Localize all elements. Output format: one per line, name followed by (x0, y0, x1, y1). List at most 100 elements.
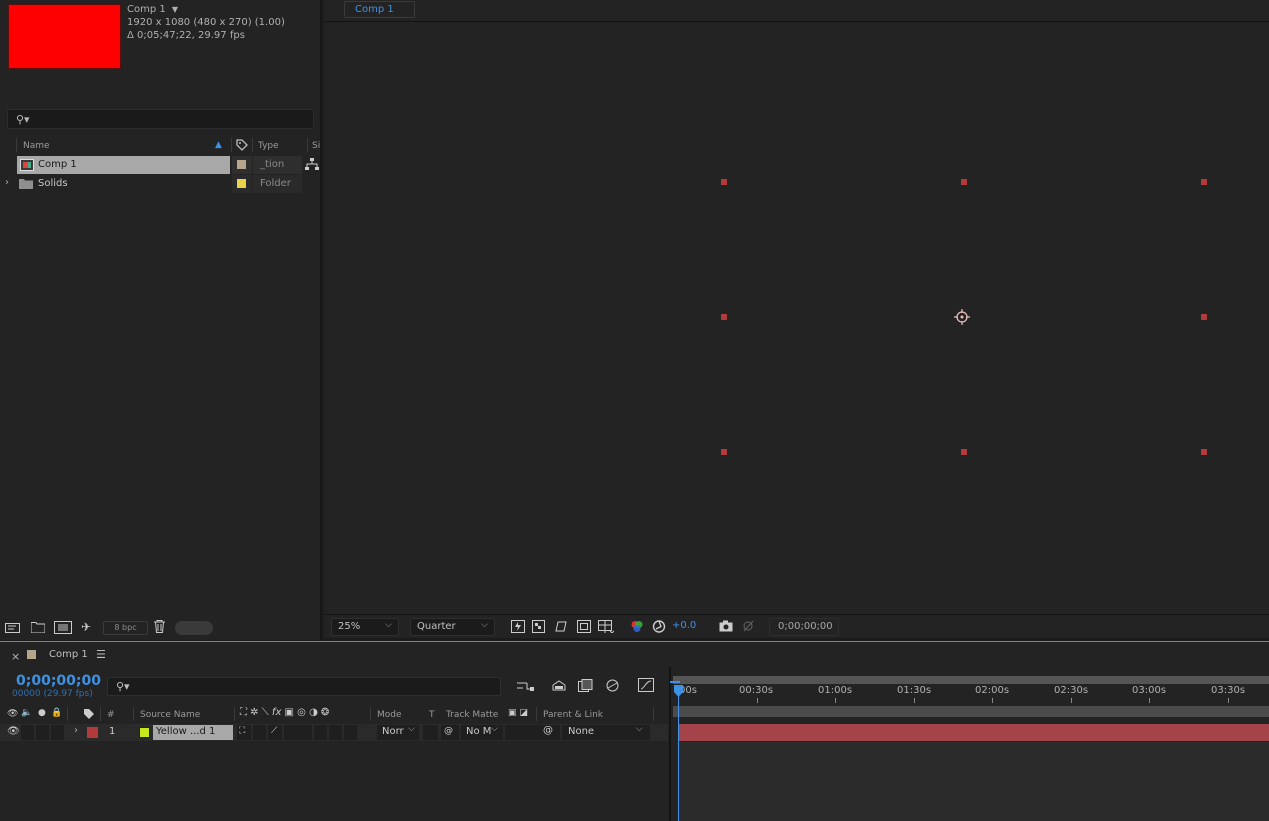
column-size[interactable]: Si (312, 141, 320, 151)
label-color-swatch[interactable] (237, 160, 246, 169)
transform-handle[interactable] (1201, 179, 1207, 185)
timeline-search-input[interactable]: ⚲▾ (107, 677, 501, 696)
label-column-tag-icon[interactable] (236, 139, 248, 154)
audio-icon[interactable]: 🔈 (21, 708, 32, 718)
frame-rate-info: 00000 (29.97 fps) (12, 689, 93, 699)
grid-guides-icon[interactable] (598, 620, 615, 635)
column-mode[interactable]: Mode (377, 710, 402, 720)
transform-handle[interactable] (961, 179, 967, 185)
item-label: Comp 1 (38, 159, 77, 170)
current-time-display[interactable]: 0;00;00;00 (769, 618, 839, 636)
project-item-folder[interactable]: › Solids Folder (0, 175, 321, 193)
current-time-timecode[interactable]: 0;00;00;00 (16, 673, 101, 689)
layer-duration-bar[interactable] (679, 724, 1269, 741)
transform-handle[interactable] (1201, 449, 1207, 455)
composition-toolbar: 25% ⌵ Quarter ⌵ +0.0 0;00;00;00 (324, 614, 1269, 638)
interpret-footage-icon[interactable] (5, 621, 21, 637)
current-time-indicator-line[interactable] (678, 689, 679, 821)
collapse-switch-icon[interactable]: ⛶ (237, 726, 245, 736)
time-ruler[interactable]: 00s 00:30s 01:00s 01:30s 02:00s 02:30s 0… (671, 669, 1269, 717)
timeline-empty-area[interactable] (679, 742, 1269, 821)
ruler-label: 03:00s (1132, 685, 1167, 696)
chevron-down-icon: ⌵ (385, 620, 392, 630)
matte-link-icon[interactable]: @ (441, 726, 453, 736)
transform-handle[interactable] (721, 449, 727, 455)
project-footer-toolbar: ✈ 8 bpc (0, 618, 321, 638)
mode-dropdown[interactable]: Norr ⌵ (377, 724, 419, 740)
transform-handle[interactable] (961, 449, 967, 455)
sort-ascending-icon[interactable]: ▲ (215, 140, 222, 150)
reset-exposure-icon[interactable] (652, 620, 666, 635)
layer-row[interactable]: 👁 › 1 Yellow ...d 1 ⛶ ⟋ Norr ⌵ @ No M ⌵ … (0, 724, 668, 741)
item-type: _tion (260, 159, 285, 170)
pick-whip-icon[interactable]: @ (543, 725, 553, 736)
color-depth-button[interactable]: 8 bpc (103, 621, 148, 635)
quality-switch-icon[interactable]: ⟋ (268, 726, 277, 736)
resolution-dropdown[interactable]: Quarter ⌵ (410, 618, 495, 636)
ruler-label: 01:00s (818, 685, 853, 696)
solo-icon[interactable]: ● (38, 708, 46, 718)
video-eye-icon[interactable]: 👁 (7, 709, 18, 719)
work-area-bar[interactable] (673, 676, 1269, 684)
panel-menu-icon[interactable]: ☰ (96, 648, 106, 661)
snapshot-camera-icon[interactable] (719, 620, 733, 634)
ruler-label: 02:30s (1054, 685, 1089, 696)
mask-visibility-icon[interactable] (554, 620, 568, 635)
column-source-name[interactable]: Source Name (140, 710, 200, 720)
search-icon: ⚲▾ (116, 680, 130, 693)
switches-icons[interactable]: ⛶ ✲ ⟍ fx ▣ ◎ ◑ ❂ (240, 707, 329, 718)
layer-label-color[interactable] (87, 727, 98, 738)
track-matte-dropdown[interactable]: No M ⌵ (461, 724, 503, 740)
frame-blending-icon[interactable] (605, 679, 620, 695)
item-thumbnail (8, 4, 121, 69)
horizontal-scrollbar[interactable] (175, 621, 213, 635)
zoom-value: 25% (338, 621, 361, 632)
comp-mini-flowchart-icon[interactable] (517, 680, 535, 695)
layer-name-field[interactable]: Yellow ...d 1 (153, 725, 233, 740)
column-type[interactable]: Type (258, 141, 279, 151)
current-time-indicator-icon[interactable] (674, 685, 683, 697)
composition-icon (20, 159, 34, 174)
flowchart-icon[interactable] (305, 158, 319, 174)
tab-comp-1[interactable]: Comp 1 (344, 1, 415, 18)
timeline-panel: × Comp 1 ☰ 0;00;00;00 00000 (29.97 fps) … (0, 641, 1269, 821)
lock-icon[interactable]: 🔒 (51, 708, 62, 718)
time-navigator-strip[interactable] (673, 706, 1269, 717)
item-menu-chevron-icon[interactable]: ▼ (172, 5, 178, 14)
exposure-value[interactable]: +0.0 (672, 620, 696, 631)
column-t[interactable]: T (429, 710, 435, 720)
column-name[interactable]: Name (23, 141, 50, 151)
dependencies-icon[interactable]: ✈ (81, 620, 91, 634)
new-composition-icon[interactable] (54, 621, 72, 637)
project-search-input[interactable]: ⚲▾ (7, 109, 314, 129)
hide-shy-layers-icon[interactable] (578, 679, 593, 695)
draft-3d-icon[interactable] (551, 679, 567, 695)
folder-icon (19, 178, 33, 192)
column-parent-link[interactable]: Parent & Link (543, 710, 603, 720)
label-tag-icon[interactable] (83, 708, 95, 723)
channel-rgb-icon[interactable] (630, 620, 644, 635)
anchor-point-icon[interactable] (954, 309, 970, 325)
composition-viewer[interactable] (324, 23, 1269, 613)
video-eye-icon[interactable]: 👁 (7, 726, 20, 737)
expand-chevron-icon[interactable]: › (5, 177, 9, 188)
transparency-grid-icon[interactable] (532, 620, 545, 635)
new-folder-icon[interactable] (30, 621, 46, 636)
graph-editor-icon[interactable] (638, 678, 654, 695)
show-snapshot-icon[interactable] (741, 620, 755, 634)
zoom-dropdown[interactable]: 25% ⌵ (331, 618, 399, 636)
trash-icon[interactable] (154, 620, 165, 636)
parent-dropdown[interactable]: None ⌵ (562, 724, 650, 740)
project-item-comp[interactable]: Comp 1 _tion (0, 156, 321, 174)
fast-previews-icon[interactable] (511, 620, 525, 635)
column-track-matte[interactable]: Track Matte (446, 710, 498, 720)
transform-handle[interactable] (721, 314, 727, 320)
transform-handle[interactable] (1201, 314, 1207, 320)
close-icon[interactable]: × (11, 650, 20, 663)
timeline-tab-label[interactable]: Comp 1 (49, 649, 88, 660)
composition-tab-bar: Comp 1 (324, 0, 1269, 22)
region-of-interest-icon[interactable] (577, 620, 591, 635)
expand-chevron-icon[interactable]: › (74, 725, 78, 736)
transform-handle[interactable] (721, 179, 727, 185)
label-color-swatch[interactable] (237, 179, 246, 188)
